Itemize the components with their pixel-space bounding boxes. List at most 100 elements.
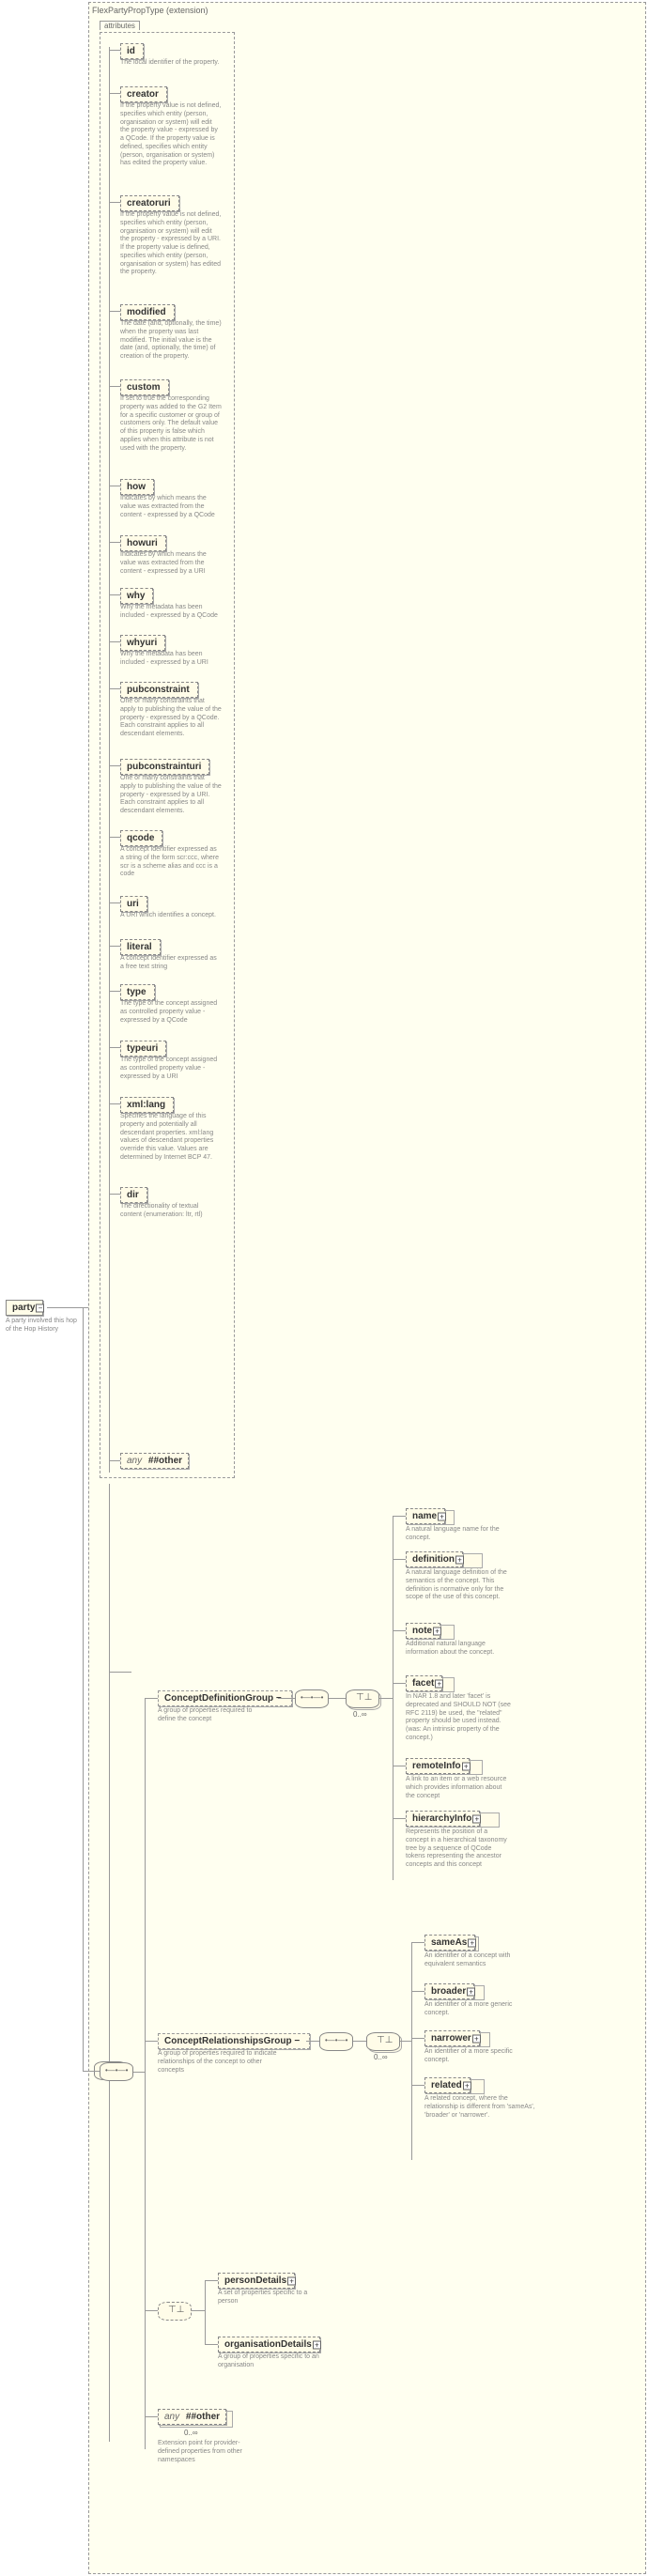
attr-custom[interactable]: custom — [120, 379, 169, 395]
org-details-element[interactable]: organisationDetails + — [218, 2337, 320, 2352]
attr-label: pubconstrainturi — [127, 762, 201, 772]
connector — [393, 1559, 406, 1560]
expand-icon[interactable]: + — [438, 1512, 446, 1520]
attr-qcode[interactable]: qcode — [120, 830, 162, 846]
attr-dir[interactable]: dir — [120, 1187, 147, 1203]
cdg-name[interactable]: name + — [406, 1508, 445, 1524]
attr-whyuri[interactable]: whyuri — [120, 635, 165, 651]
party-element[interactable]: party − — [6, 1300, 43, 1316]
connector — [83, 1307, 84, 2071]
attr-label: creatoruri — [127, 198, 171, 208]
cdg-desc: A group of properties required to define… — [158, 1707, 270, 1724]
collapse-icon[interactable]: − — [294, 2036, 300, 2046]
attr-xml:lang[interactable]: xml:lang — [120, 1097, 174, 1113]
body-any-other[interactable]: any ##other — [158, 2409, 226, 2425]
cdg-hierarchyInfo[interactable]: hierarchyInfo + — [406, 1811, 480, 1827]
attr-label: pubconstraint — [127, 685, 190, 695]
connector — [109, 1460, 120, 1461]
attr-dir-desc: The directionality of textual content (e… — [120, 1203, 222, 1220]
connector — [329, 1698, 346, 1699]
cdg-occ: 0..∞ — [353, 1710, 367, 1719]
expand-icon[interactable]: + — [472, 1814, 481, 1823]
concept-definition-group[interactable]: ConceptDefinitionGroup − — [158, 1690, 292, 1706]
person-details-desc: A set of properties specific to a person — [218, 2290, 321, 2306]
connector — [205, 2280, 206, 2344]
expand-icon[interactable]: + — [287, 2276, 296, 2285]
attr-pubconstrainturi-desc: One or many constraints that apply to pu… — [120, 775, 222, 816]
attr-typeuri-desc: The type of the concept assigned as cont… — [120, 1057, 222, 1081]
connector — [411, 2085, 424, 2086]
attr-why-desc: Why the metadata has been included - exp… — [120, 604, 222, 621]
person-details-element[interactable]: personDetails + — [218, 2273, 295, 2289]
attr-id[interactable]: id — [120, 43, 144, 59]
crg-related-desc: A related concept, where the relationshi… — [424, 2095, 537, 2120]
concept-relationships-group[interactable]: ConceptRelationshipsGroup − — [158, 2033, 310, 2049]
attr-literal[interactable]: literal — [120, 939, 161, 955]
cdg-facet[interactable]: facet + — [406, 1675, 442, 1691]
any-ns: ##other — [186, 2412, 220, 2422]
connector — [109, 311, 120, 312]
collapse-icon[interactable]: − — [36, 1303, 44, 1312]
cdg-remoteInfo[interactable]: remoteInfo + — [406, 1758, 470, 1774]
cdg-choice — [346, 1689, 379, 1708]
cdg-note[interactable]: note + — [406, 1623, 440, 1639]
crg-sameAs-desc: An identifier of a concept with equivale… — [424, 1952, 537, 1969]
connector — [393, 1516, 406, 1517]
connector — [109, 946, 120, 947]
connector — [109, 688, 120, 689]
expand-icon[interactable]: + — [467, 1987, 475, 1996]
attr-type[interactable]: type — [120, 984, 155, 1000]
crg-sameAs[interactable]: sameAs + — [424, 1935, 475, 1951]
connector — [109, 1103, 120, 1104]
cdg-seq — [295, 1689, 329, 1708]
attr-label: uri — [127, 899, 139, 909]
cdg-item-label: name — [412, 1511, 437, 1521]
connector — [145, 1698, 158, 1699]
connector — [109, 202, 120, 203]
attr-pubconstraint-desc: One or many constraints that apply to pu… — [120, 698, 222, 739]
attributes-label: attributes — [100, 21, 140, 30]
connector — [145, 1698, 146, 2449]
crg-related[interactable]: related + — [424, 2077, 471, 2093]
attr-uri[interactable]: uri — [120, 896, 147, 912]
crg-broader[interactable]: broader + — [424, 1983, 474, 1999]
cdg-hierarchyInfo-desc: Represents the position of a concept in … — [406, 1828, 511, 1870]
attr-why[interactable]: why — [120, 588, 153, 604]
connector — [109, 93, 120, 94]
expand-icon[interactable]: + — [462, 1762, 471, 1770]
attr-label: how — [127, 482, 146, 492]
attr-creatoruri[interactable]: creatoruri — [120, 195, 179, 211]
attr-any-other[interactable]: any ##other — [120, 1453, 189, 1469]
attr-typeuri[interactable]: typeuri — [120, 1041, 166, 1057]
attr-how[interactable]: how — [120, 479, 154, 495]
crg-narrower[interactable]: narrower + — [424, 2030, 480, 2046]
expand-icon[interactable]: + — [472, 2034, 481, 2043]
attr-modified[interactable]: modified — [120, 304, 175, 320]
attr-label: qcode — [127, 833, 154, 843]
any-desc: Extension point for provider-defined pro… — [158, 2440, 261, 2464]
attr-pubconstraint[interactable]: pubconstraint — [120, 682, 198, 698]
connector — [393, 1683, 406, 1684]
attr-label: id — [127, 46, 135, 56]
expand-icon[interactable]: + — [455, 1555, 464, 1564]
cdg-item-label: note — [412, 1626, 432, 1636]
crg-broader-desc: An identifier of a more generic concept. — [424, 2001, 537, 2018]
connector — [400, 2041, 411, 2042]
cdg-definition[interactable]: definition + — [406, 1551, 463, 1567]
connector — [109, 1672, 131, 1673]
expand-icon[interactable]: + — [463, 2081, 471, 2090]
crg-item-label: sameAs — [431, 1937, 467, 1948]
attr-howuri[interactable]: howuri — [120, 535, 166, 551]
expand-icon[interactable]: + — [468, 1938, 476, 1947]
attr-creator[interactable]: creator — [120, 86, 167, 102]
connector — [109, 1047, 120, 1048]
crg-label: ConceptRelationshipsGroup — [164, 2036, 292, 2046]
connector — [83, 2071, 100, 2072]
expand-icon[interactable]: + — [313, 2340, 321, 2349]
connector — [205, 2344, 218, 2345]
attr-pubconstrainturi[interactable]: pubconstrainturi — [120, 759, 209, 775]
expand-icon[interactable]: + — [433, 1627, 441, 1635]
connector — [109, 991, 120, 992]
attr-label: type — [127, 987, 147, 997]
expand-icon[interactable]: + — [435, 1679, 443, 1688]
